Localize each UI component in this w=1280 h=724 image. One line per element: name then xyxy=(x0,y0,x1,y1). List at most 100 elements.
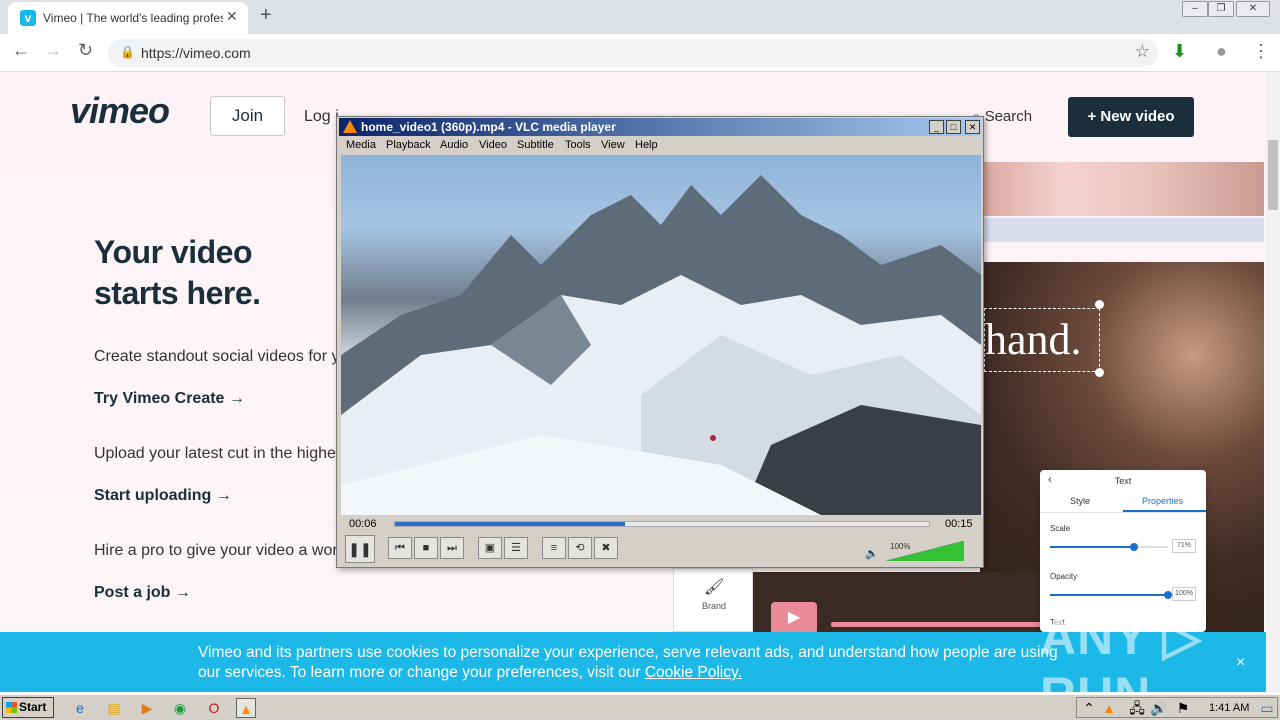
start-uploading-link[interactable]: Start uploading → xyxy=(94,487,232,505)
browser-tab[interactable]: v Vimeo | The world's leading professio … xyxy=(8,2,248,34)
vlc-menubar: Media Playback Audio Video Subtitle Tool… xyxy=(339,137,981,154)
vlc-window: home_video1 (360p).mp4 - VLC media playe… xyxy=(336,116,984,568)
vlc-maximize-button[interactable]: □ xyxy=(946,120,961,134)
explorer-icon[interactable]: ▤ xyxy=(104,698,124,718)
tray-vlc-icon[interactable]: ▲ xyxy=(1099,698,1119,718)
windows-logo-icon xyxy=(6,702,17,713)
post-a-job-link[interactable]: Post a job → xyxy=(94,584,191,602)
brand-tile: 🖌 Brand xyxy=(673,568,753,632)
url-text[interactable]: https://vimeo.com xyxy=(141,45,251,61)
windows-taskbar: Start e ▤ ▶ ◉ O ▲ ⌃ ▲ 🖧 🔊 ⚑ ▭ 1:41 AM xyxy=(0,694,1280,720)
vlc-minimize-button[interactable]: _ xyxy=(929,120,944,134)
opacity-slider-fill xyxy=(1050,594,1168,596)
vlc-taskbar-icon[interactable]: ▲ xyxy=(236,698,256,718)
menu-tools[interactable]: Tools xyxy=(565,139,591,151)
cookie-text: Vimeo and its partners use cookies to pe… xyxy=(198,643,1078,683)
cta-label: Start uploading xyxy=(94,487,212,504)
flower-image xyxy=(980,162,1264,216)
show-desktop-icon[interactable]: ▭ xyxy=(1257,698,1277,718)
try-vimeo-create-link[interactable]: Try Vimeo Create → xyxy=(94,390,245,408)
create-description: Create standout social videos for yo xyxy=(94,348,349,365)
action-center-flag-icon[interactable]: ⚑ xyxy=(1173,698,1193,718)
pause-button[interactable]: ❚❚ xyxy=(345,535,375,563)
extended-settings-button[interactable]: ☰ xyxy=(504,537,528,559)
scale-slider-fill xyxy=(1050,546,1134,548)
download-extension-icon[interactable]: ⬇ xyxy=(1172,41,1187,62)
video-frame[interactable] xyxy=(341,155,981,515)
menu-playback[interactable]: Playback xyxy=(386,139,431,151)
volume-percent: 100% xyxy=(890,542,911,551)
thumbnail-progress xyxy=(831,622,1041,627)
divider xyxy=(1040,512,1206,513)
reload-icon[interactable]: ↻ xyxy=(78,40,93,61)
start-label: Start xyxy=(19,700,47,714)
paint-roller-icon: 🖌 xyxy=(704,579,725,596)
menu-video[interactable]: Video xyxy=(479,139,507,151)
menu-kebab-icon[interactable]: ⋮ xyxy=(1252,41,1270,62)
back-icon[interactable]: ← xyxy=(12,40,30,61)
tray-expand-icon[interactable]: ⌃ xyxy=(1079,698,1099,718)
stop-button[interactable]: ■ xyxy=(414,537,438,559)
vimeo-logo[interactable]: vimeo xyxy=(70,90,170,132)
media-player-icon[interactable]: ▶ xyxy=(137,698,157,718)
network-icon[interactable]: 🖧 xyxy=(1127,698,1147,718)
forward-icon[interactable]: → xyxy=(44,40,62,61)
browser-toolbar: ← → ↻ 🔒 https://vimeo.com ☆ ⬇ ● ⋮ xyxy=(0,34,1280,72)
lock-icon: 🔒 xyxy=(120,45,135,59)
taskbar-clock[interactable]: 1:41 AM xyxy=(1209,702,1249,714)
opacity-label: Opacity xyxy=(1050,572,1078,581)
vlc-window-title: home_video1 (360p).mp4 - VLC media playe… xyxy=(361,120,616,134)
menu-subtitle[interactable]: Subtitle xyxy=(517,139,554,151)
opacity-slider xyxy=(1050,591,1172,599)
hire-description: Hire a pro to give your video a world xyxy=(94,542,351,559)
profile-avatar-icon[interactable]: ● xyxy=(1216,41,1227,62)
speaker-icon[interactable]: 🔈 xyxy=(865,547,879,560)
search-label: Search xyxy=(984,108,1033,125)
next-button[interactable]: ⏭ xyxy=(440,537,464,559)
video-thumbnail: ▶ xyxy=(753,572,1053,632)
playlist-button[interactable]: ≡ xyxy=(542,537,566,559)
login-link[interactable]: Log i xyxy=(304,108,339,126)
scale-slider xyxy=(1050,543,1168,551)
join-button[interactable]: Join xyxy=(210,96,285,136)
window-close-button[interactable]: ✕ xyxy=(1236,1,1270,17)
window-maximize-button[interactable]: ❐ xyxy=(1208,1,1234,17)
elapsed-time: 00:06 xyxy=(349,518,377,530)
vlc-titlebar[interactable]: home_video1 (360p).mp4 - VLC media playe… xyxy=(339,118,981,136)
arrow-right-icon: → xyxy=(174,584,191,601)
tab-title: Vimeo | The world's leading professio xyxy=(43,11,223,25)
menu-media[interactable]: Media xyxy=(346,139,376,151)
new-tab-icon[interactable]: + xyxy=(260,4,272,27)
address-bar[interactable]: 🔒 https://vimeo.com ☆ xyxy=(108,39,1158,67)
menu-help[interactable]: Help xyxy=(635,139,658,151)
scrollbar-thumb[interactable] xyxy=(1268,140,1278,210)
brand-text-overlay: hand. xyxy=(984,308,1100,372)
scale-slider-knob xyxy=(1129,543,1138,551)
tab-close-icon[interactable]: ✕ xyxy=(226,8,238,25)
menu-audio[interactable]: Audio xyxy=(440,139,468,151)
scale-value: 71% xyxy=(1172,539,1196,553)
shuffle-button[interactable]: ✖ xyxy=(594,537,618,559)
menu-view[interactable]: View xyxy=(601,139,625,151)
loop-button[interactable]: ⟲ xyxy=(568,537,592,559)
new-video-button[interactable]: + New video xyxy=(1068,97,1194,137)
active-tab-indicator xyxy=(1123,510,1206,512)
start-button[interactable]: Start xyxy=(2,697,54,718)
volume-tray-icon[interactable]: 🔊 xyxy=(1149,698,1169,718)
fullscreen-button[interactable]: ▣ xyxy=(478,537,502,559)
opera-icon[interactable]: O xyxy=(204,698,224,718)
opacity-slider-knob xyxy=(1164,591,1172,599)
chrome-icon[interactable]: ◉ xyxy=(170,698,190,718)
vlc-close-button[interactable]: ✕ xyxy=(965,120,980,134)
bookmark-star-icon[interactable]: ☆ xyxy=(1135,42,1150,62)
brand-label: Brand xyxy=(701,601,727,611)
seek-bar[interactable] xyxy=(394,521,930,527)
seek-bar-fill xyxy=(395,522,625,526)
cookie-policy-link[interactable]: Cookie Policy. xyxy=(645,664,742,681)
cta-label: Post a job xyxy=(94,584,171,601)
resize-handle xyxy=(1095,300,1104,309)
ie-icon[interactable]: e xyxy=(70,698,90,718)
scale-label: Scale xyxy=(1050,524,1071,533)
window-minimize-button[interactable]: – xyxy=(1182,1,1208,17)
previous-button[interactable]: ⏮ xyxy=(388,537,412,559)
